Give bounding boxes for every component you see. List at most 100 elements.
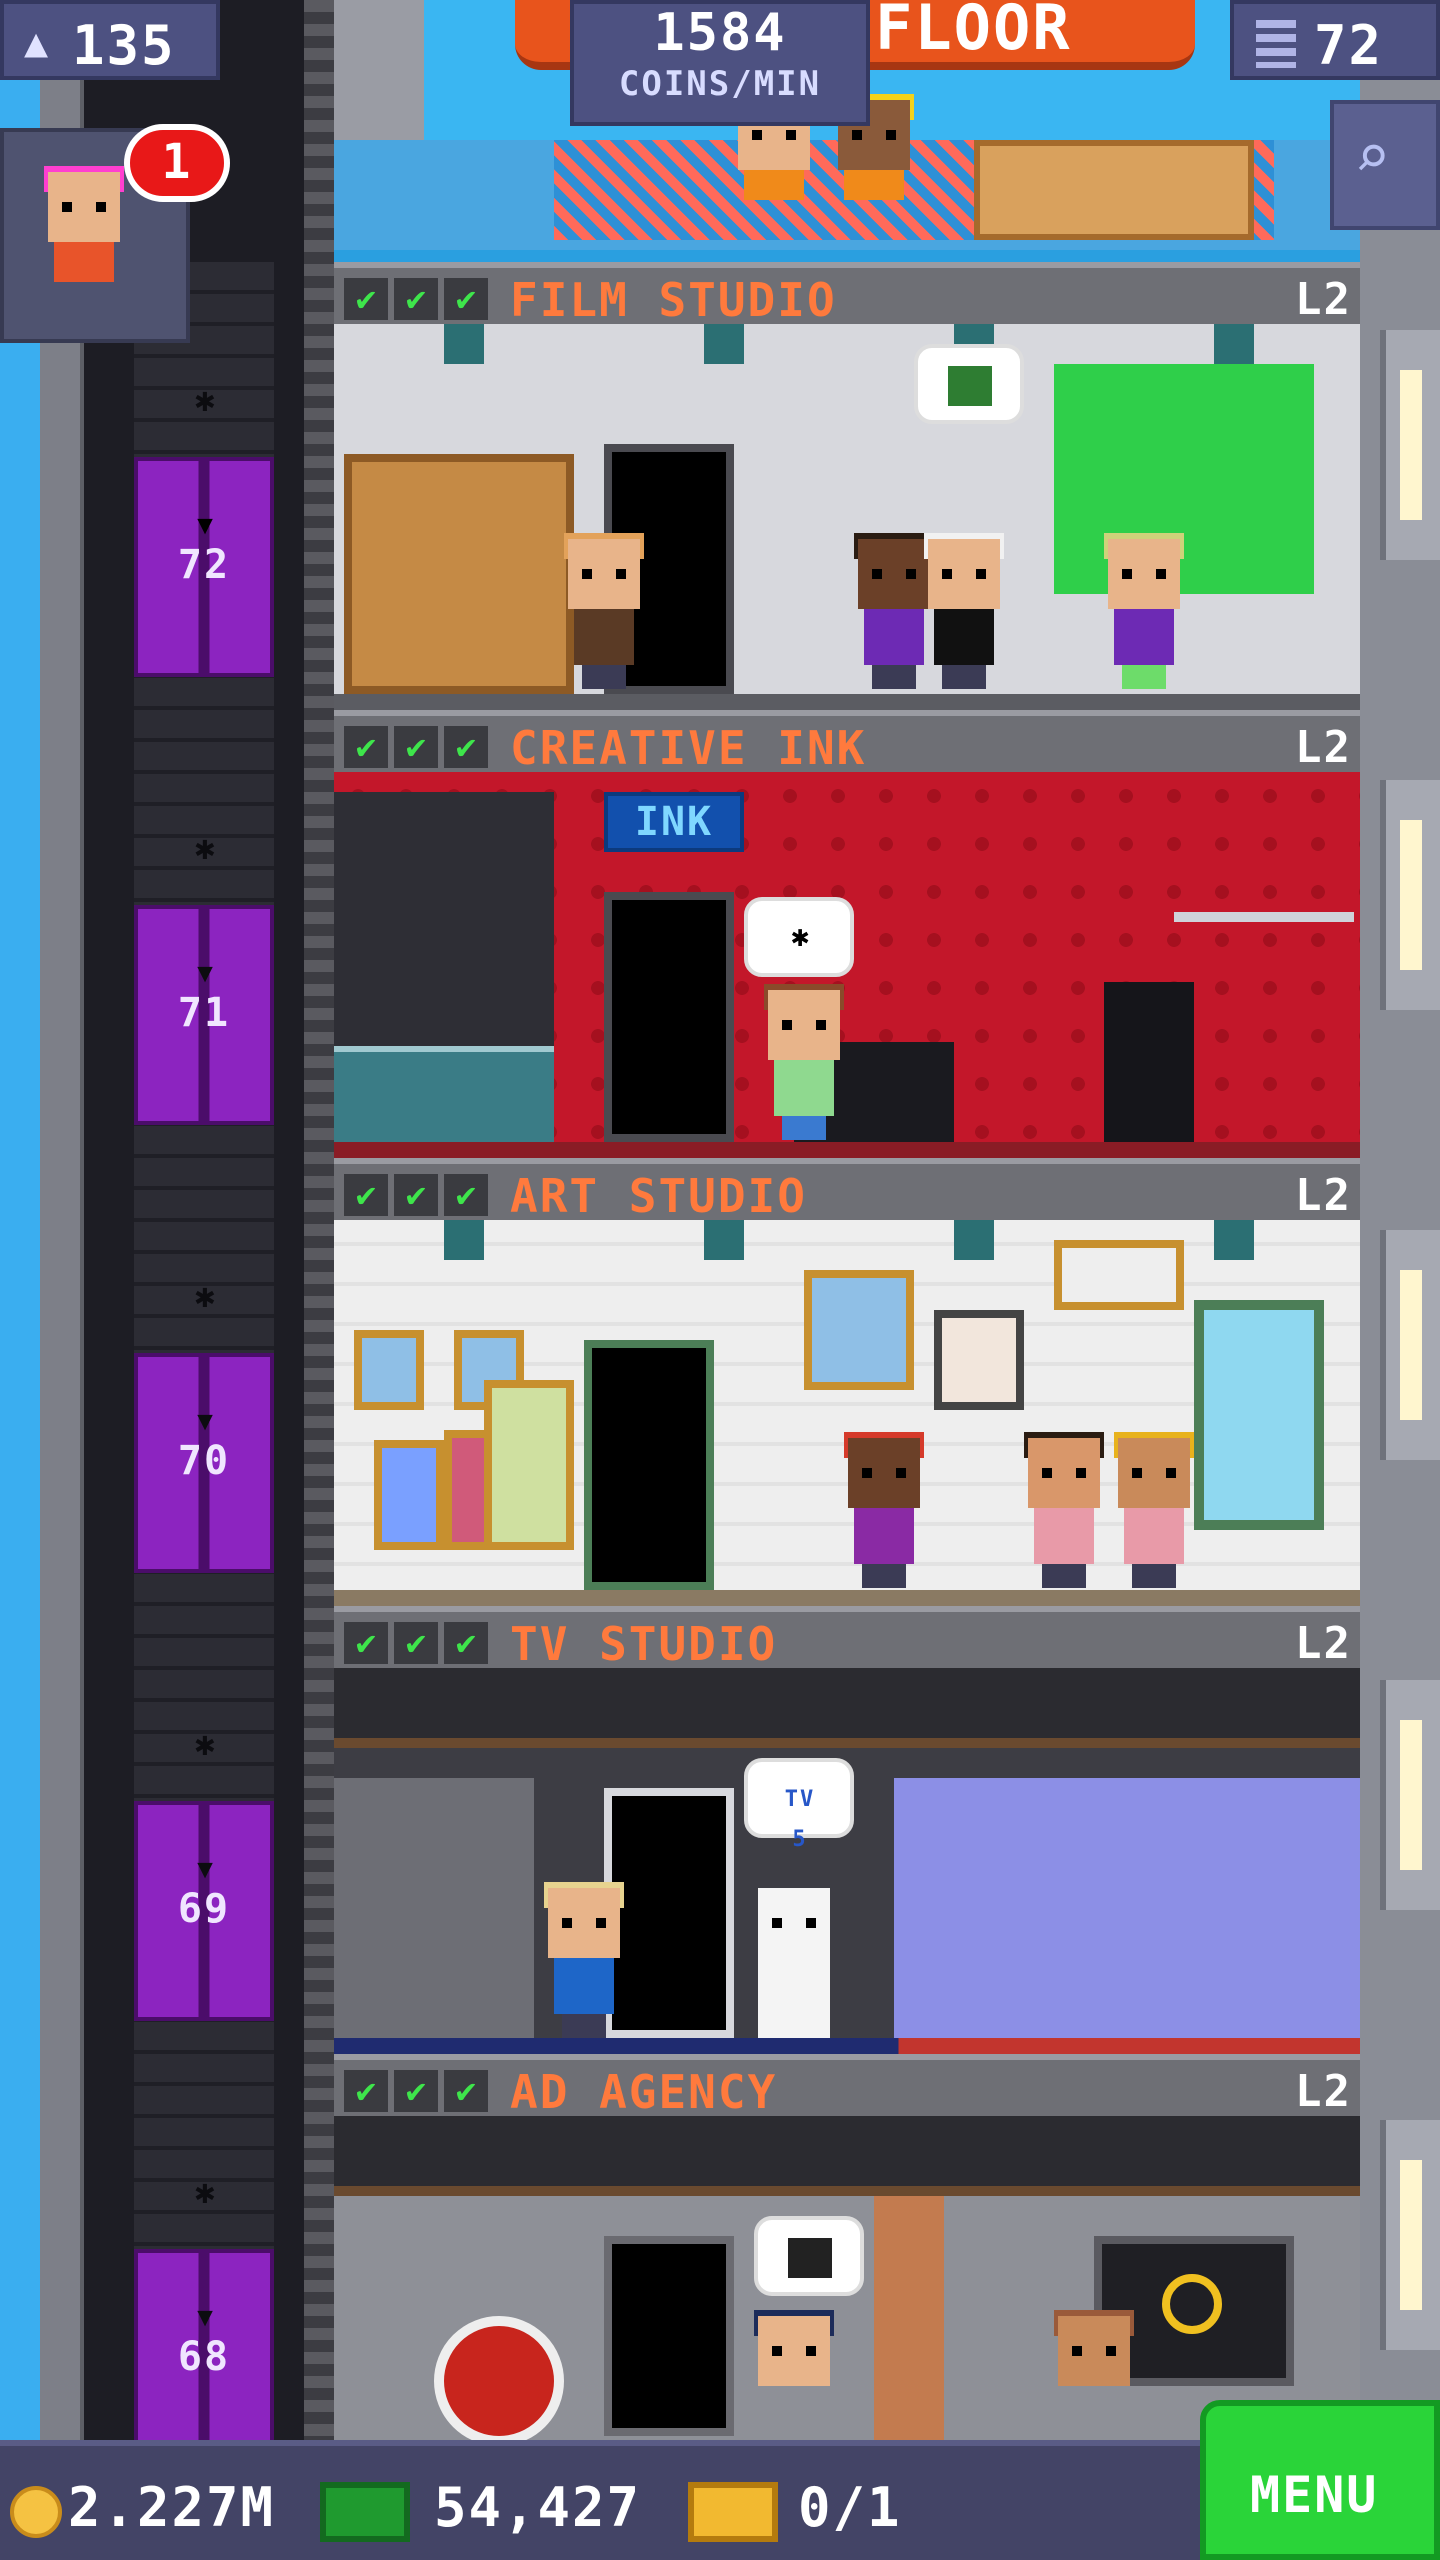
bat-decoration-icon: ▾ xyxy=(192,949,218,995)
check-icon: ✔ xyxy=(344,278,388,320)
stock-checks: ✔ ✔ ✔ xyxy=(344,278,488,320)
check-icon: ✔ xyxy=(344,2070,388,2112)
spider-decoration-icon: ✱ xyxy=(194,1724,216,1764)
bux-value: 54,427 xyxy=(434,2476,642,2539)
bat-decoration-icon: ▾ xyxy=(192,2293,218,2339)
floor-name: AD AGENCY xyxy=(510,2065,778,2119)
check-icon: ✔ xyxy=(444,726,488,768)
art-window xyxy=(1194,1300,1324,1530)
side-window xyxy=(1380,1230,1440,1460)
room-interior xyxy=(334,324,1360,710)
worker[interactable] xyxy=(534,1882,634,2038)
visitor[interactable] xyxy=(914,533,1014,689)
elevator-stop[interactable]: ✱ ▾ 71 xyxy=(84,710,304,1158)
thought-bubble[interactable] xyxy=(754,2216,864,2296)
worker[interactable] xyxy=(1014,1432,1114,1588)
tv-set-backdrop xyxy=(894,1778,1360,2038)
elevator-stop[interactable]: ✱ ▾ 70 xyxy=(84,1158,304,1606)
spider-decoration-icon: ✱ xyxy=(194,828,216,868)
worker[interactable] xyxy=(1044,2310,1144,2440)
coins-per-min-label: COINS/MIN xyxy=(618,64,822,104)
check-icon: ✔ xyxy=(394,278,438,320)
floor-name: CREATIVE INK xyxy=(510,721,867,775)
ghost-visitor[interactable] xyxy=(744,1888,844,2038)
tattoo-chair xyxy=(1104,982,1194,1142)
floor-ad-agency[interactable]: ✔ ✔ ✔ AD AGENCY L2 xyxy=(334,2054,1360,2440)
floor-art-studio[interactable]: ✔ ✔ ✔ ART STUDIO L2 xyxy=(334,1158,1360,1606)
spider-icon: ✱ xyxy=(790,919,810,954)
floor-door xyxy=(604,2236,734,2436)
bux-icon[interactable] xyxy=(320,2482,410,2542)
bat-decoration-icon: ▾ xyxy=(192,1397,218,1443)
thought-bubble[interactable]: TV 5 xyxy=(744,1758,854,1852)
elevator-stop[interactable]: ✱ ▾ 69 xyxy=(84,1606,304,2054)
elevator-floor-number: 72 xyxy=(177,542,231,588)
ceiling-lamp xyxy=(444,1220,484,1260)
thought-bubble[interactable]: ✱ xyxy=(744,897,854,977)
floor-name: TV STUDIO xyxy=(510,1617,778,1671)
check-icon: ✔ xyxy=(394,726,438,768)
check-icon: ✔ xyxy=(394,1174,438,1216)
worker[interactable] xyxy=(1104,1432,1204,1588)
painting-frame xyxy=(934,1310,1024,1410)
search-button[interactable]: ⌕ xyxy=(1330,100,1440,230)
tv-bubble-icon: TV 5 xyxy=(784,1787,816,1852)
wood-pillar xyxy=(874,2196,944,2440)
worker[interactable] xyxy=(754,984,854,1140)
ink-shelf xyxy=(1174,912,1354,922)
stock-checks: ✔ ✔ ✔ xyxy=(344,1174,488,1216)
ceiling-lamp xyxy=(954,1220,994,1260)
control-desk xyxy=(334,1778,534,2038)
coins-per-min-counter: 1584 COINS/MIN xyxy=(570,0,870,126)
worker[interactable] xyxy=(744,2310,844,2440)
room-interior xyxy=(334,1220,1360,1606)
worker[interactable] xyxy=(554,533,654,689)
floor-count-value: 72 xyxy=(1314,14,1384,77)
notification-badge: 1 xyxy=(124,124,230,202)
side-window xyxy=(1380,1680,1440,1910)
painting-frame xyxy=(484,1380,574,1550)
elevator-stop[interactable]: ✱ ▾ 68 xyxy=(84,2054,304,2502)
worker[interactable] xyxy=(1094,533,1194,689)
wood-cabinet xyxy=(344,454,574,694)
floor-creative-ink[interactable]: ✔ ✔ ✔ CREATIVE INK L2 INK ✱ xyxy=(334,710,1360,1158)
bat-decoration-icon: ▾ xyxy=(192,501,218,547)
floor-name: ART STUDIO xyxy=(510,1169,807,1223)
menu-button[interactable]: MENU xyxy=(1200,2400,1440,2560)
ball-sculpture xyxy=(434,2316,564,2440)
check-icon: ✔ xyxy=(344,1622,388,1664)
visitor-avatar xyxy=(34,166,134,322)
population-counter[interactable]: ▲ 135 xyxy=(0,0,220,80)
check-icon: ✔ xyxy=(394,1622,438,1664)
check-icon: ✔ xyxy=(444,2070,488,2112)
floor-label-bar: ✔ ✔ ✔ TV STUDIO L2 xyxy=(334,1606,1360,1671)
floor-count-counter[interactable]: 72 xyxy=(1230,0,1440,80)
floor-level: L2 xyxy=(1295,274,1352,325)
floor-label-bar: ✔ ✔ ✔ ART STUDIO L2 xyxy=(334,1158,1360,1223)
construction-crates xyxy=(974,140,1254,240)
room-floor xyxy=(334,694,1360,710)
check-icon: ✔ xyxy=(444,1622,488,1664)
painting-frame xyxy=(1054,1240,1184,1310)
check-icon: ✔ xyxy=(444,278,488,320)
floor-level: L2 xyxy=(1295,1170,1352,1221)
floor-tv-studio[interactable]: ✔ ✔ ✔ TV STUDIO L2 TV 5 xyxy=(334,1606,1360,2054)
floor-film-studio[interactable]: ✔ ✔ ✔ FILM STUDIO L2 xyxy=(334,262,1360,710)
worker[interactable] xyxy=(834,1432,934,1588)
thought-bubble[interactable] xyxy=(914,344,1024,424)
build-floor-label: FLOOR xyxy=(875,0,1072,64)
room-interior: TV 5 xyxy=(334,1668,1360,2054)
elevator-floor-number: 71 xyxy=(177,990,231,1036)
painting-frame xyxy=(374,1440,444,1550)
floor-level: L2 xyxy=(1295,722,1352,773)
side-window xyxy=(1380,2120,1440,2350)
ink-neon-sign: INK xyxy=(604,792,744,852)
ring-icon xyxy=(1162,2274,1222,2334)
population-value: 135 xyxy=(72,14,176,77)
painting-frame xyxy=(804,1270,914,1390)
bat-decoration-icon: ▾ xyxy=(192,1845,218,1891)
ticket-icon[interactable] xyxy=(688,2482,778,2542)
tickets-value: 0/1 xyxy=(798,2476,902,2539)
check-icon: ✔ xyxy=(344,1174,388,1216)
elevator-rail xyxy=(304,0,334,2440)
